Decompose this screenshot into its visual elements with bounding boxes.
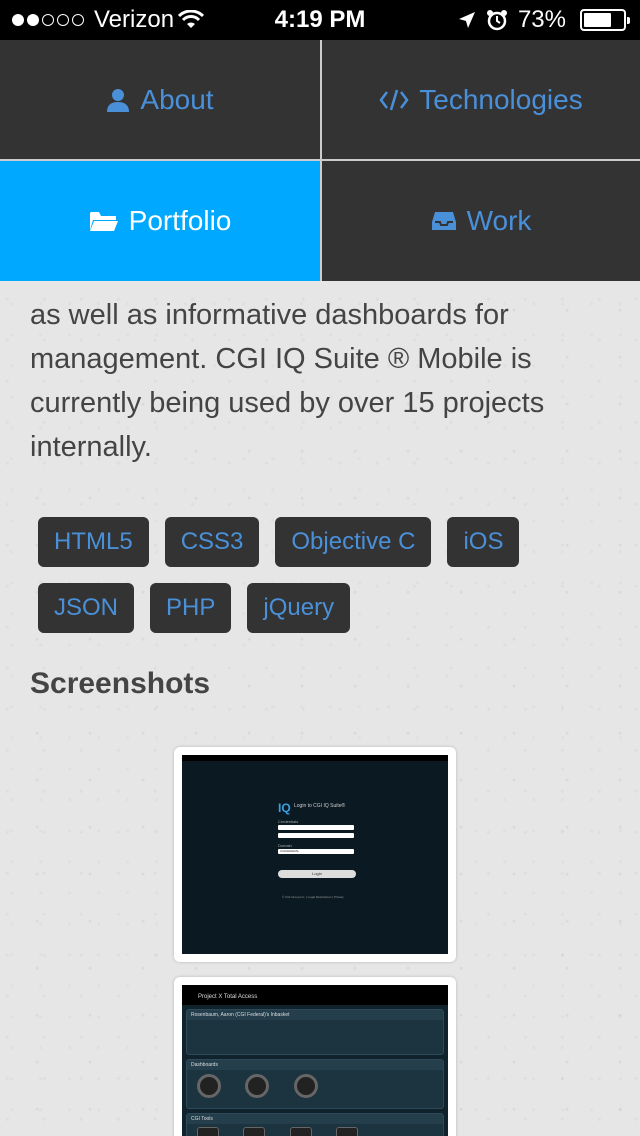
nav-portfolio[interactable]: Portfolio <box>0 161 320 281</box>
credentials-label: Credentials <box>278 819 299 824</box>
tag: HTML5 <box>38 517 149 567</box>
gauge-icon <box>293 1074 318 1098</box>
login-button: Login <box>278 870 356 878</box>
tools-panel: CGI Tools <box>186 1113 444 1136</box>
tool-tile-icon <box>243 1127 266 1136</box>
nav-technologies[interactable]: Technologies <box>322 40 640 159</box>
nav-about-label: About <box>140 83 214 115</box>
tag: jQuery <box>247 583 351 633</box>
tag: Objective C <box>275 517 432 567</box>
nav-technologies-label: Technologies <box>419 83 583 115</box>
inbox-icon <box>431 212 456 230</box>
nav-work[interactable]: Work <box>322 161 640 281</box>
battery-percent: 73% <box>517 6 566 33</box>
tag: iOS <box>447 517 520 567</box>
battery-icon <box>580 9 630 31</box>
inbasket-title: Rosenbaum, Aaron (CGI Federal)'s Inbaske… <box>187 1010 443 1020</box>
tag: CSS3 <box>164 517 260 567</box>
screenshot-login[interactable]: IQ Login to CGI IQ Suite® Credentials Do… <box>174 747 456 962</box>
login-screen-image: IQ Login to CGI IQ Suite® Credentials Do… <box>182 755 448 954</box>
login-footer: © CGI Group Inc. | Legal Restrictions | … <box>282 895 344 899</box>
screenshot-dashboard[interactable]: Project X Total Access Rosenbaum, Aaron … <box>174 977 456 1136</box>
tag: PHP <box>150 583 232 633</box>
dashboard-screen-image: Project X Total Access Rosenbaum, Aaron … <box>182 985 448 1136</box>
password-field <box>278 833 354 838</box>
login-title: Login to CGI IQ Suite® <box>294 803 346 809</box>
tool-tile-icon <box>336 1127 359 1136</box>
nav-work-label: Work <box>466 205 532 236</box>
gauge-icon <box>197 1074 221 1098</box>
gauge-icon <box>245 1074 270 1098</box>
tools-title: CGI Tools <box>187 1114 443 1124</box>
location-arrow-icon <box>458 12 475 28</box>
alarm-clock-icon <box>486 10 507 31</box>
portfolio-content: as well as informative dashboards for ma… <box>30 281 610 701</box>
project-description: as well as informative dashboards for ma… <box>30 299 545 463</box>
code-icon <box>379 89 409 110</box>
tool-tile-icon <box>197 1127 219 1136</box>
user-icon <box>107 88 130 112</box>
iq-logo: IQ <box>278 801 291 815</box>
domain-select: CGIFEDERAL <box>278 849 354 854</box>
tag: JSON <box>38 583 135 633</box>
main-nav: About Technologies Portfolio Work <box>0 40 640 281</box>
dashboards-title: Dashboards <box>187 1060 443 1070</box>
folder-open-icon <box>89 212 118 231</box>
dashboard-header: Project X Total Access <box>182 991 448 1005</box>
dashboards-panel: Dashboards <box>186 1059 444 1109</box>
inbasket-panel: Rosenbaum, Aaron (CGI Federal)'s Inbaske… <box>186 1009 444 1055</box>
screenshots-heading: Screenshots <box>30 667 211 700</box>
username-field <box>278 825 354 830</box>
tool-tile-icon <box>289 1127 312 1136</box>
domain-label: Domain <box>278 843 292 848</box>
status-right-group: 73% <box>458 6 630 34</box>
technology-tags: HTML5 CSS3 Objective C iOS JSON PHP jQue… <box>38 517 598 633</box>
nav-about[interactable]: About <box>0 40 320 159</box>
nav-portfolio-label: Portfolio <box>128 205 232 236</box>
status-bar: Verizon 4:19 PM 73% <box>0 0 640 40</box>
